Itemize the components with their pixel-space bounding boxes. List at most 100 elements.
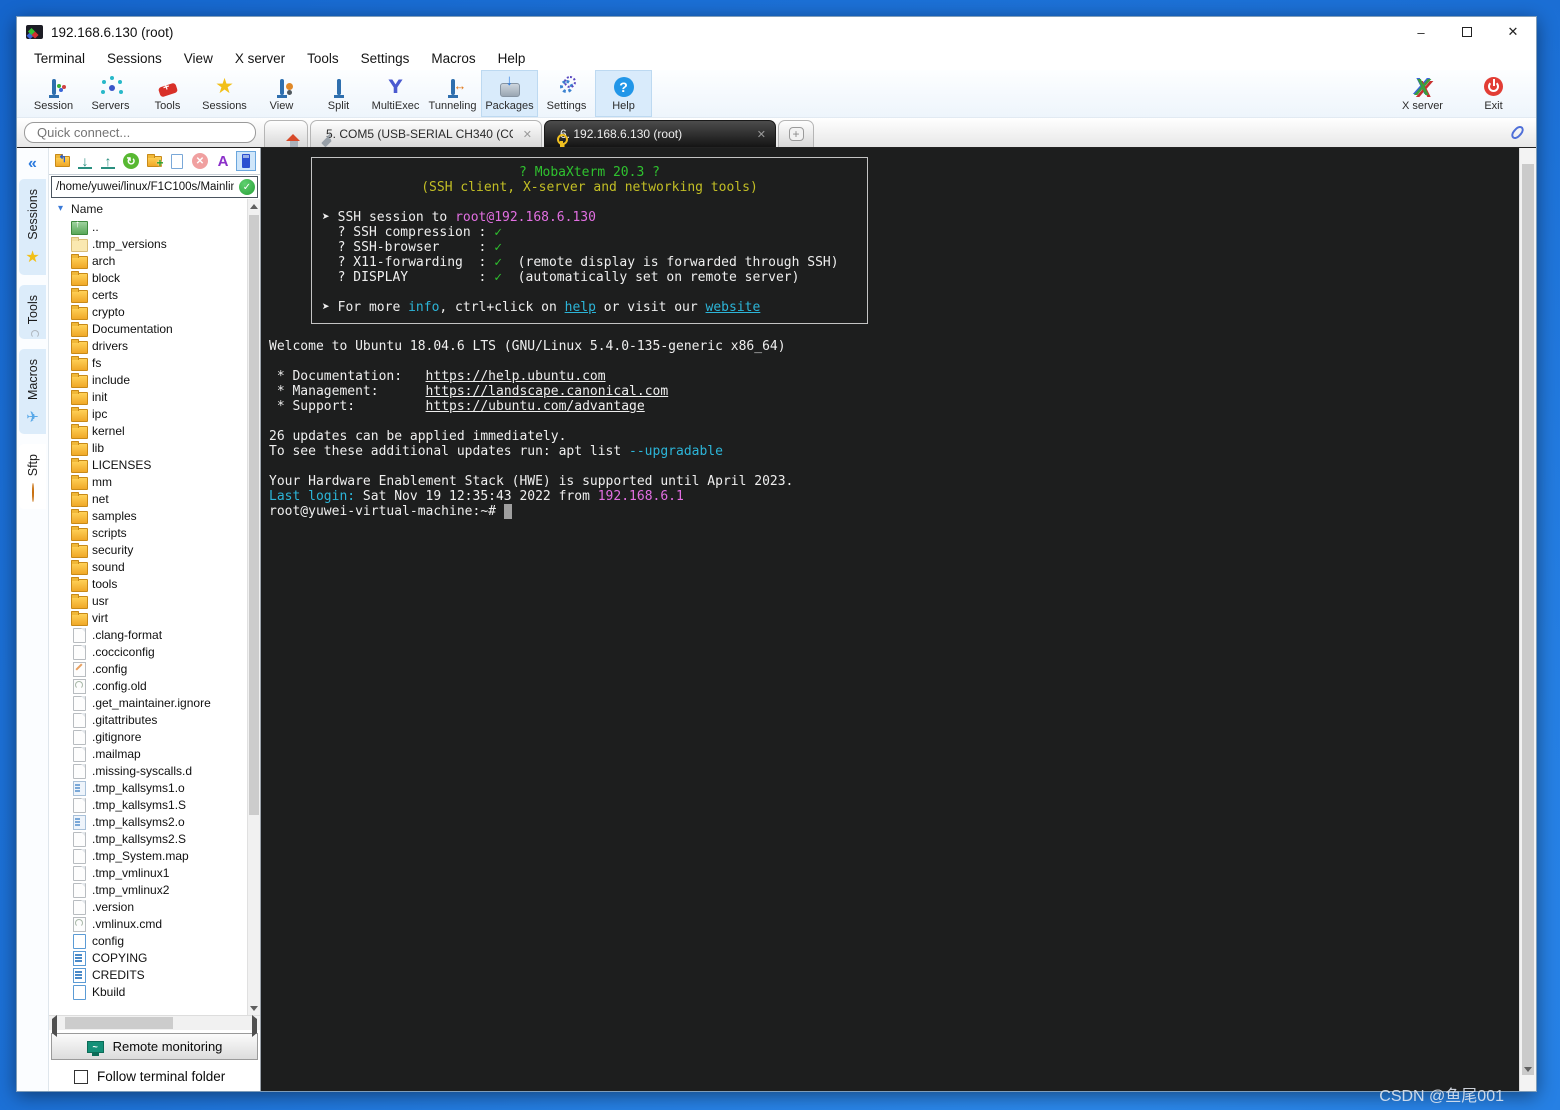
sidebar-tab-sftp[interactable]: Sftp: [19, 443, 46, 510]
sidebar-tab-macros[interactable]: Macros ✈: [19, 348, 46, 434]
tree-item[interactable]: .tmp_kallsyms2.S: [49, 830, 260, 847]
tab-ssh-active[interactable]: 6. 192.168.6.130 (root) ✕: [544, 120, 776, 147]
menu-sessions[interactable]: Sessions: [96, 51, 173, 66]
tree-item[interactable]: .version: [49, 898, 260, 915]
refresh-icon[interactable]: ↻: [121, 151, 141, 171]
tree-item[interactable]: config: [49, 932, 260, 949]
view-button[interactable]: View: [253, 70, 310, 117]
usb-device-icon[interactable]: [236, 151, 256, 171]
new-tab-button[interactable]: +: [778, 120, 814, 147]
tree-item[interactable]: net: [49, 490, 260, 507]
tree-item[interactable]: .tmp_kallsyms2.o: [49, 813, 260, 830]
tree-item[interactable]: sound: [49, 558, 260, 575]
tree-item[interactable]: .tmp_kallsyms1.o: [49, 779, 260, 796]
parent-directory-icon[interactable]: [52, 151, 72, 171]
tree-item[interactable]: .clang-format: [49, 626, 260, 643]
tree-item[interactable]: .cocciconfig: [49, 643, 260, 660]
scroll-down-arrow[interactable]: [248, 1001, 260, 1015]
path-input[interactable]: [56, 181, 234, 193]
menu-terminal[interactable]: Terminal: [23, 51, 96, 66]
tree-item[interactable]: certs: [49, 286, 260, 303]
session-button[interactable]: Session: [25, 70, 82, 117]
tree-header[interactable]: ▾ Name: [49, 199, 260, 218]
terminal-scrollbar[interactable]: [1519, 148, 1536, 1091]
home-tab[interactable]: [264, 120, 308, 147]
path-ok-icon[interactable]: ✓: [239, 179, 255, 195]
tree-item[interactable]: COPYING: [49, 949, 260, 966]
tree-item[interactable]: .tmp_vmlinux1: [49, 864, 260, 881]
tree-item[interactable]: .gitattributes: [49, 711, 260, 728]
delete-icon[interactable]: ✕: [190, 151, 210, 171]
minimize-button[interactable]: –: [1398, 17, 1444, 47]
split-button[interactable]: Split: [310, 70, 367, 117]
tab-close-icon[interactable]: ✕: [523, 128, 532, 141]
new-file-icon[interactable]: [167, 151, 187, 171]
sidebar-tab-sessions[interactable]: Sessions ★: [19, 179, 46, 275]
tree-item[interactable]: .config.old: [49, 677, 260, 694]
tree-item[interactable]: .get_maintainer.ignore: [49, 694, 260, 711]
new-folder-icon[interactable]: [144, 151, 164, 171]
servers-button[interactable]: Servers: [82, 70, 139, 117]
tree-item[interactable]: crypto: [49, 303, 260, 320]
tree-item[interactable]: block: [49, 269, 260, 286]
close-button[interactable]: ✕: [1490, 17, 1536, 47]
scroll-right-arrow[interactable]: [252, 1015, 257, 1037]
tree-item[interactable]: kernel: [49, 422, 260, 439]
tree-hscroll-thumb[interactable]: [65, 1017, 173, 1029]
collapse-tree-icon[interactable]: ▾: [58, 203, 63, 214]
download-icon[interactable]: ↓: [75, 151, 95, 171]
scroll-up-arrow[interactable]: [248, 199, 260, 213]
settings-button[interactable]: Settings: [538, 70, 595, 117]
tunneling-button[interactable]: Tunneling: [424, 70, 481, 117]
tree-item[interactable]: CREDITS: [49, 966, 260, 983]
tree-item[interactable]: scripts: [49, 524, 260, 541]
tree-item[interactable]: drivers: [49, 337, 260, 354]
tree-item[interactable]: ..: [49, 218, 260, 235]
menu-view[interactable]: View: [173, 51, 224, 66]
sessions-button[interactable]: ★ Sessions: [196, 70, 253, 117]
upload-icon[interactable]: ↑: [98, 151, 118, 171]
maximize-button[interactable]: [1444, 17, 1490, 47]
tree-horizontal-scrollbar[interactable]: [49, 1015, 260, 1037]
x-server-button[interactable]: XX server: [1394, 70, 1451, 117]
terminal-link[interactable]: help: [565, 300, 596, 315]
tree-item[interactable]: .tmp_vmlinux2: [49, 881, 260, 898]
tree-item[interactable]: include: [49, 371, 260, 388]
tree-item[interactable]: virt: [49, 609, 260, 626]
multiexec-button[interactable]: Y MultiExec: [367, 70, 424, 117]
tree-item[interactable]: tools: [49, 575, 260, 592]
paperclip-icon[interactable]: [1509, 123, 1526, 142]
tree-item[interactable]: Documentation: [49, 320, 260, 337]
terminal-scroll-thumb[interactable]: [1522, 164, 1534, 1075]
tree-item[interactable]: .vmlinux.cmd: [49, 915, 260, 932]
encoding-icon[interactable]: A: [213, 151, 233, 171]
tree-item[interactable]: .tmp_kallsyms1.S: [49, 796, 260, 813]
tree-item[interactable]: LICENSES: [49, 456, 260, 473]
tree-item[interactable]: .missing-syscalls.d: [49, 762, 260, 779]
tree-vertical-scrollbar[interactable]: [247, 199, 260, 1015]
tree-item[interactable]: .mailmap: [49, 745, 260, 762]
terminal-scroll-down-arrow[interactable]: [1524, 1067, 1532, 1087]
tree-item[interactable]: samples: [49, 507, 260, 524]
tree-item[interactable]: security: [49, 541, 260, 558]
packages-button[interactable]: Packages: [481, 70, 538, 117]
tab-close-icon[interactable]: ✕: [757, 128, 766, 141]
tree-item[interactable]: fs: [49, 354, 260, 371]
tree-item[interactable]: .tmp_System.map: [49, 847, 260, 864]
menu-tools[interactable]: Tools: [296, 51, 350, 66]
tree-item[interactable]: .config: [49, 660, 260, 677]
sidebar-tab-tools[interactable]: Tools: [19, 284, 46, 339]
terminal-link[interactable]: website: [706, 300, 761, 315]
help-button[interactable]: ? Help: [595, 70, 652, 117]
tree-item[interactable]: usr: [49, 592, 260, 609]
menu-x-server[interactable]: X server: [224, 51, 296, 66]
tree-item[interactable]: ipc: [49, 405, 260, 422]
tools-button[interactable]: Tools: [139, 70, 196, 117]
collapse-sidebar-button[interactable]: «: [28, 155, 37, 173]
follow-terminal-folder-checkbox[interactable]: [74, 1069, 88, 1084]
remote-monitoring-button[interactable]: ~ Remote monitoring: [51, 1033, 258, 1060]
tree-item[interactable]: .gitignore: [49, 728, 260, 745]
tree-item[interactable]: arch: [49, 252, 260, 269]
menu-macros[interactable]: Macros: [420, 51, 486, 66]
menu-settings[interactable]: Settings: [350, 51, 421, 66]
